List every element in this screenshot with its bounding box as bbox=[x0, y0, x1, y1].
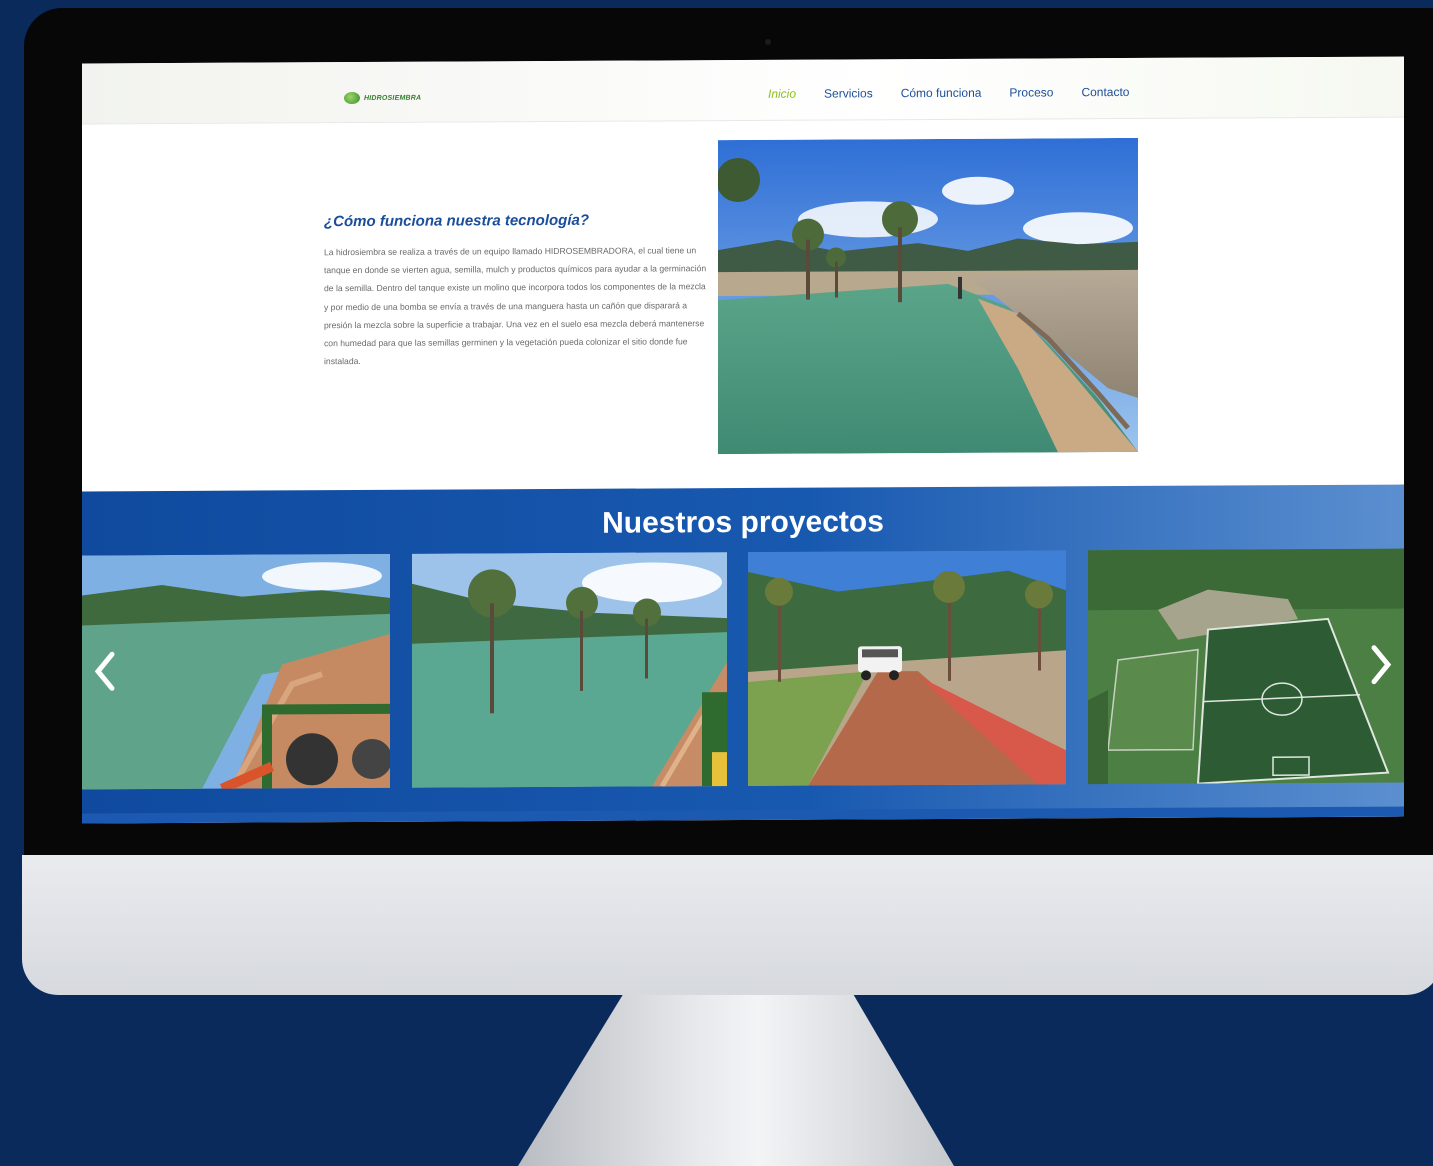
camera-dot bbox=[765, 39, 771, 45]
nav-item-como-funciona[interactable]: Cómo funciona bbox=[901, 86, 982, 100]
section-paragraph: La hidrosiembra se realiza a través de u… bbox=[324, 245, 707, 367]
project-photo-1[interactable] bbox=[82, 553, 390, 790]
navbar: HIDROSIEMBRA Inicio Servicios Cómo funci… bbox=[82, 56, 1404, 125]
monitor-stand bbox=[518, 995, 954, 1166]
nav-item-inicio[interactable]: Inicio bbox=[768, 87, 796, 101]
projects-section: Nuestros proyectos bbox=[82, 484, 1404, 824]
nav-item-contacto[interactable]: Contacto bbox=[1081, 85, 1129, 99]
chevron-right-icon bbox=[1371, 645, 1392, 685]
projects-title: Nuestros proyectos bbox=[602, 505, 884, 540]
logo-text: HIDROSIEMBRA bbox=[364, 94, 422, 102]
hero-photo bbox=[718, 137, 1138, 455]
carousel-next-button[interactable] bbox=[1366, 640, 1396, 690]
site-logo[interactable]: HIDROSIEMBRA bbox=[344, 92, 422, 105]
project-photo-4[interactable] bbox=[1088, 548, 1404, 785]
website-screen: HIDROSIEMBRA Inicio Servicios Cómo funci… bbox=[82, 56, 1404, 824]
chevron-left-icon bbox=[94, 651, 115, 691]
section-title: ¿Cómo funciona nuestra tecnología? bbox=[324, 211, 590, 231]
nav-item-servicios[interactable]: Servicios bbox=[824, 86, 873, 100]
project-photo-2[interactable] bbox=[412, 552, 727, 788]
project-photo-3[interactable] bbox=[748, 550, 1066, 786]
nav-item-proceso[interactable]: Proceso bbox=[1009, 85, 1053, 99]
main-nav: Inicio Servicios Cómo funciona Proceso C… bbox=[768, 85, 1129, 101]
monitor-chin bbox=[22, 855, 1433, 995]
carousel-prev-button[interactable] bbox=[90, 646, 120, 696]
logo-globe-icon bbox=[344, 92, 360, 105]
